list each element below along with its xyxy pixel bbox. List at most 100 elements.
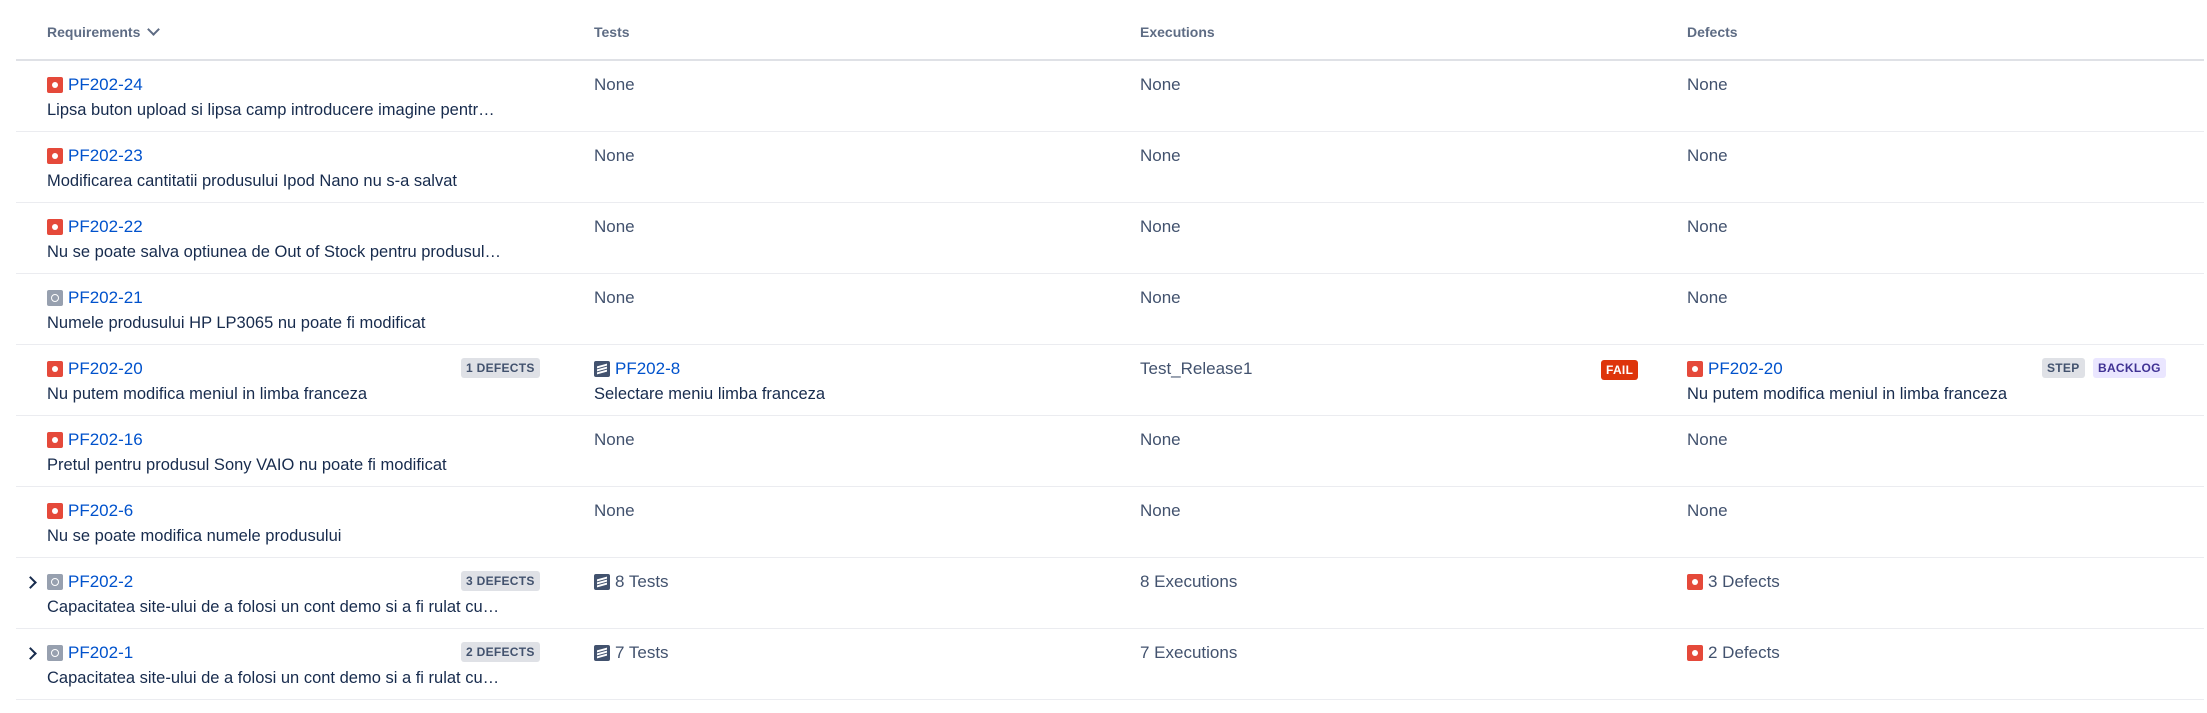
- tests-cell: 8 Tests: [594, 558, 1114, 628]
- requirement-summary: Nu se poate salva optiunea de Out of Sto…: [47, 243, 502, 261]
- tests-value: None: [594, 146, 635, 165]
- bug-icon: [1687, 361, 1703, 377]
- executions-value: None: [1140, 75, 1181, 94]
- requirement-link[interactable]: PF202-20: [68, 359, 143, 378]
- defects-cell: 3 Defects: [1687, 558, 2207, 628]
- requirement-cell: PF202-21 Numele produsului HP LP3065 nu …: [47, 274, 547, 344]
- traceability-table: Requirements Tests Executions Defects PF…: [16, 14, 2204, 700]
- test-icon: [594, 645, 610, 661]
- defect-link[interactable]: PF202-20: [1708, 359, 1783, 378]
- executions-value: None: [1140, 217, 1181, 236]
- bug-icon: [47, 77, 63, 93]
- bug-icon: [47, 432, 63, 448]
- requirement-cell: PF202-1 Capacitatea site-ului de a folos…: [47, 629, 547, 699]
- defects-count[interactable]: 3 Defects: [1708, 572, 1780, 591]
- backlog-status-tag: BACKLOG: [2093, 358, 2166, 378]
- tests-value: None: [594, 217, 635, 236]
- table-header: Requirements Tests Executions Defects: [16, 14, 2204, 61]
- defects-value: None: [1687, 146, 1728, 165]
- requirement-link[interactable]: PF202-23: [68, 146, 143, 165]
- requirement-cell: PF202-2 Capacitatea site-ului de a folos…: [47, 558, 547, 628]
- bug-icon: [47, 361, 63, 377]
- requirement-link[interactable]: PF202-22: [68, 217, 143, 236]
- requirement-cell: PF202-16 Pretul pentru produsul Sony VAI…: [47, 416, 547, 486]
- table-row: PF202-23 Modificarea cantitatii produsul…: [16, 132, 2204, 203]
- defects-cell: 2 Defects: [1687, 629, 2207, 699]
- table-row: PF202-2 Capacitatea site-ului de a folos…: [16, 558, 2204, 629]
- executions-count[interactable]: 7 Executions: [1140, 642, 1237, 664]
- tests-value: None: [594, 75, 635, 94]
- table-row: PF202-6 Nu se poate modifica numele prod…: [16, 487, 2204, 558]
- expand-row-chevron-icon[interactable]: [24, 576, 37, 589]
- tests-value: None: [594, 288, 635, 307]
- fail-status-badge: FAIL: [1601, 360, 1639, 380]
- bug-icon: [47, 219, 63, 235]
- requirement-link[interactable]: PF202-6: [68, 501, 133, 520]
- requirement-cell: PF202-6 Nu se poate modifica numele prod…: [47, 487, 547, 557]
- defects-value: None: [1687, 75, 1728, 94]
- tests-cell: PF202-8 Selectare meniu limba franceza: [594, 345, 1114, 415]
- requirement-summary: Capacitatea site-ului de a folosi un con…: [47, 598, 500, 616]
- table-row: PF202-16 Pretul pentru produsul Sony VAI…: [16, 416, 2204, 487]
- resolved-bug-icon: [47, 574, 63, 590]
- requirement-link[interactable]: PF202-1: [68, 643, 133, 662]
- defects-cell: PF202-20 Nu putem modifica meniul in lim…: [1687, 345, 2207, 415]
- defects-value: None: [1687, 501, 1728, 520]
- table-row: PF202-20 Nu putem modifica meniul in lim…: [16, 345, 2204, 416]
- requirement-cell: PF202-20 Nu putem modifica meniul in lim…: [47, 345, 547, 415]
- requirement-summary: Modificarea cantitatii produsului Ipod N…: [47, 172, 457, 190]
- test-icon: [594, 361, 610, 377]
- requirement-summary: Capacitatea site-ului de a folosi un con…: [47, 669, 500, 687]
- test-link[interactable]: PF202-8: [615, 359, 680, 378]
- requirement-link[interactable]: PF202-24: [68, 75, 143, 94]
- column-header-requirements[interactable]: Requirements: [47, 23, 161, 40]
- execution-name[interactable]: Test_Release1: [1140, 358, 1252, 380]
- bug-icon: [1687, 645, 1703, 661]
- requirement-cell: PF202-23 Modificarea cantitatii produsul…: [47, 132, 547, 202]
- column-header-executions: Executions: [1140, 24, 1215, 40]
- tests-value: None: [594, 430, 635, 449]
- step-tag: STEP: [2042, 358, 2085, 378]
- requirement-summary: Nu se poate modifica numele produsului: [47, 527, 342, 545]
- requirement-cell: PF202-24 Lipsa buton upload si lipsa cam…: [47, 61, 547, 131]
- resolved-bug-icon: [47, 645, 63, 661]
- expand-row-chevron-icon[interactable]: [24, 647, 37, 660]
- tests-count[interactable]: 8 Tests: [615, 572, 669, 591]
- defect-summary: Nu putem modifica meniul in limba france…: [1687, 385, 2008, 403]
- executions-value: None: [1140, 146, 1181, 165]
- bug-icon: [47, 148, 63, 164]
- requirements-header-label: Requirements: [47, 24, 141, 40]
- defects-count[interactable]: 2 Defects: [1708, 643, 1780, 662]
- bug-icon: [47, 503, 63, 519]
- defects-count-badge: 3 DEFECTS: [461, 571, 540, 591]
- defects-value: None: [1687, 288, 1728, 307]
- table-row: PF202-24 Lipsa buton upload si lipsa cam…: [16, 61, 2204, 132]
- table-row: PF202-1 Capacitatea site-ului de a folos…: [16, 629, 2204, 700]
- chevron-down-icon[interactable]: [147, 23, 161, 36]
- requirement-link[interactable]: PF202-16: [68, 430, 143, 449]
- requirement-summary: Numele produsului HP LP3065 nu poate fi …: [47, 314, 426, 332]
- executions-value: None: [1140, 288, 1181, 307]
- defects-count-badge: 2 DEFECTS: [461, 642, 540, 662]
- requirement-cell: PF202-22 Nu se poate salva optiunea de O…: [47, 203, 547, 273]
- requirement-summary: Pretul pentru produsul Sony VAIO nu poat…: [47, 456, 447, 474]
- defects-count-badge: 1 DEFECTS: [461, 358, 540, 378]
- defects-value: None: [1687, 217, 1728, 236]
- requirement-link[interactable]: PF202-2: [68, 572, 133, 591]
- executions-cell: Test_Release1 FAIL: [1140, 345, 1660, 415]
- table-row: PF202-22 Nu se poate salva optiunea de O…: [16, 203, 2204, 274]
- requirement-summary: Lipsa buton upload si lipsa camp introdu…: [47, 101, 495, 119]
- test-summary: Selectare meniu limba franceza: [594, 385, 826, 403]
- requirement-link[interactable]: PF202-21: [68, 288, 143, 307]
- table-row: PF202-21 Numele produsului HP LP3065 nu …: [16, 274, 2204, 345]
- executions-value: None: [1140, 501, 1181, 520]
- tests-value: None: [594, 501, 635, 520]
- tests-count[interactable]: 7 Tests: [615, 643, 669, 662]
- resolved-bug-icon: [47, 290, 63, 306]
- requirement-summary: Nu putem modifica meniul in limba france…: [47, 385, 368, 403]
- column-header-defects: Defects: [1687, 24, 1738, 40]
- column-header-tests: Tests: [594, 24, 630, 40]
- test-icon: [594, 574, 610, 590]
- defects-value: None: [1687, 430, 1728, 449]
- executions-count[interactable]: 8 Executions: [1140, 571, 1237, 593]
